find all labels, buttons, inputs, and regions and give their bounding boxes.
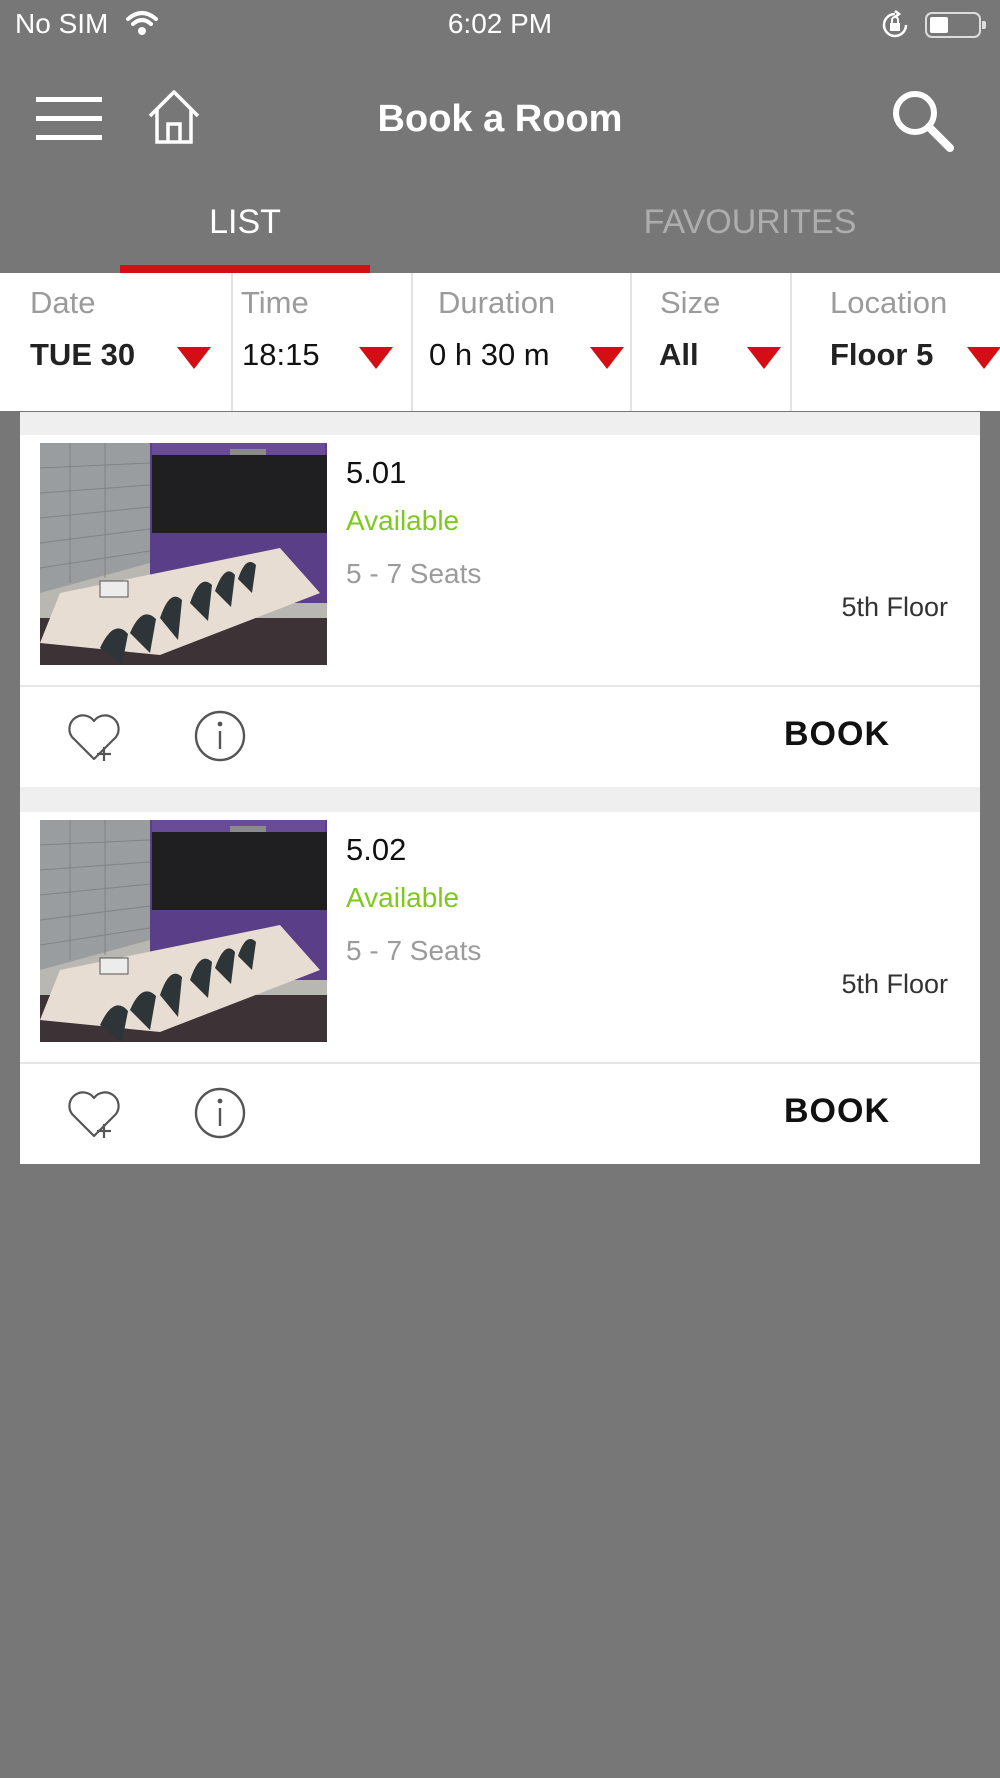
room-photo [40, 820, 327, 1042]
tab-list-label: LIST [209, 203, 281, 241]
tab-bar: LIST FAVOURITES [0, 185, 1000, 273]
location-filter[interactable]: Location Floor 5 [792, 273, 1000, 411]
heart-plus-icon[interactable] [66, 709, 122, 765]
status-bar: No SIM 6:02 PM [0, 0, 1000, 50]
tab-list[interactable]: LIST [120, 185, 370, 273]
size-filter-value: All [659, 337, 699, 372]
page-title: Book a Room [377, 98, 623, 140]
status-time: 6:02 PM [447, 8, 553, 39]
location-filter-value: Floor 5 [830, 337, 934, 372]
time-filter-value: 18:15 [242, 337, 320, 372]
room-seats: 5 - 7 Seats [346, 935, 482, 966]
room-actions: BOOK [20, 1064, 980, 1164]
location-filter-label: Location [830, 285, 948, 320]
duration-filter[interactable]: Duration 0 h 30 m [413, 273, 632, 411]
room-actions: BOOK [20, 687, 980, 787]
room-floor: 5th Floor [841, 969, 948, 999]
date-filter-label: Date [30, 285, 96, 320]
book-button[interactable]: BOOK [784, 1092, 890, 1131]
chevron-down-icon [747, 347, 781, 369]
room-card: 5.02 Available 5 - 7 Seats 5th Floor BOO… [20, 812, 980, 1164]
room-name: 5.02 [346, 832, 407, 867]
date-filter-value: TUE 30 [30, 337, 136, 372]
battery-icon [925, 12, 986, 38]
heart-plus-icon[interactable] [66, 1086, 122, 1142]
chevron-down-icon [967, 347, 1000, 369]
info-icon[interactable] [193, 709, 247, 763]
rotation-lock-icon [882, 10, 908, 38]
tab-favourites-label: FAVOURITES [643, 203, 857, 241]
active-tab-indicator [120, 265, 370, 273]
tab-favourites[interactable]: FAVOURITES [620, 185, 880, 273]
filter-bar: Date TUE 30 Time 18:15 Duration 0 h 30 m… [0, 273, 1000, 411]
chevron-down-icon [590, 347, 624, 369]
room-seats: 5 - 7 Seats [346, 558, 482, 589]
room-name: 5.01 [346, 455, 407, 490]
time-filter-label: Time [241, 285, 309, 320]
room-card: 5.01 Available 5 - 7 Seats 5th Floor BOO… [20, 435, 980, 787]
chevron-down-icon [177, 347, 211, 369]
room-status: Available [346, 505, 460, 536]
search-icon[interactable] [890, 88, 956, 154]
app-header: Book a Room [0, 50, 1000, 185]
room-floor: 5th Floor [841, 592, 948, 622]
size-filter[interactable]: Size All [632, 273, 792, 411]
duration-filter-value: 0 h 30 m [429, 337, 550, 372]
size-filter-label: Size [660, 285, 721, 320]
room-photo [40, 443, 327, 665]
room-info[interactable]: 5.02 Available 5 - 7 Seats 5th Floor [20, 812, 980, 1064]
chevron-down-icon [359, 347, 393, 369]
room-status: Available [346, 882, 460, 913]
duration-filter-label: Duration [438, 285, 556, 320]
book-button[interactable]: BOOK [784, 715, 890, 754]
time-filter[interactable]: Time 18:15 [233, 273, 413, 411]
info-icon[interactable] [193, 1086, 247, 1140]
room-info[interactable]: 5.01 Available 5 - 7 Seats 5th Floor [20, 435, 980, 687]
date-filter[interactable]: Date TUE 30 [0, 273, 233, 411]
